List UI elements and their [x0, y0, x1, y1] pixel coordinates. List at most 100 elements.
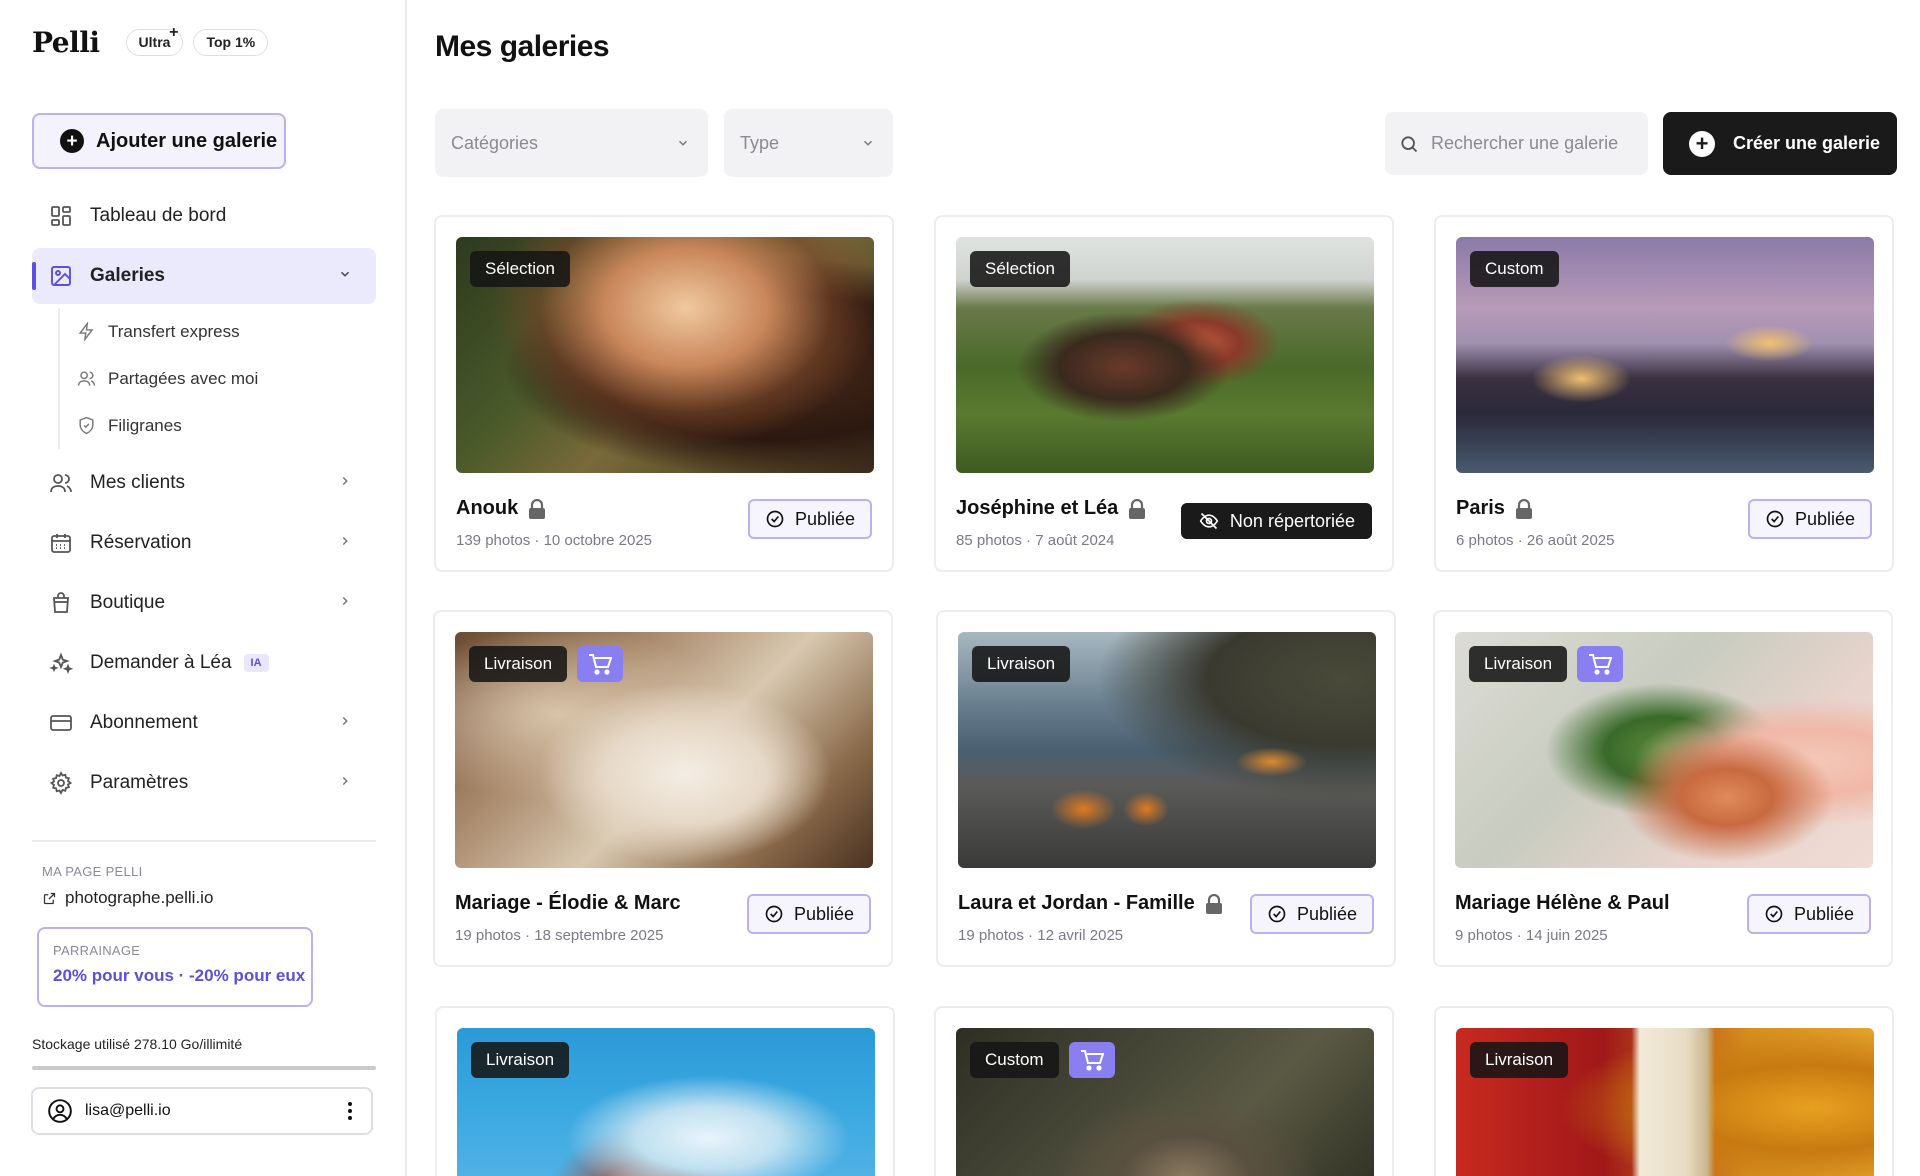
gallery-date: 14 juin 2025	[1525, 927, 1608, 944]
status-badge[interactable]: Publiée	[1746, 894, 1871, 934]
gallery-card[interactable]: Livraison	[435, 1006, 895, 1176]
gallery-date: 12 avril 2025	[1037, 927, 1124, 944]
status-label: Publiée	[1296, 903, 1357, 924]
sidebar-item-clients[interactable]: Mes clients	[32, 455, 376, 511]
gallery-type-tag: Custom	[1470, 251, 1559, 287]
gallery-thumbnail: Livraison	[958, 632, 1376, 868]
status-badge[interactable]: Publiée	[746, 894, 871, 934]
tag-row: Sélection	[970, 251, 1070, 287]
more-vertical-icon[interactable]	[347, 1101, 353, 1121]
gallery-thumbnail: Livraison	[1456, 1028, 1874, 1176]
gallery-type-tag: Sélection	[970, 251, 1070, 287]
status-label: Publiée	[794, 508, 855, 529]
ai-badge: IA	[243, 654, 269, 672]
status-badge[interactable]: Publiée	[1747, 499, 1872, 539]
sidebar-item-subscription[interactable]: Abonnement	[32, 695, 376, 751]
plus-circle-icon: +	[1689, 130, 1715, 157]
sidebar-nav: Tableau de bord Galeries Transfert expre…	[32, 188, 376, 811]
status-label: Publiée	[793, 903, 854, 924]
add-gallery-button[interactable]: + Ajouter une galerie	[32, 113, 286, 169]
sidebar: Pelli Ultra + Top 1% + Ajouter une galer…	[0, 0, 407, 1176]
sidebar-subitem-label: Partagées avec moi	[108, 368, 259, 388]
status-badge[interactable]: Publiée	[1249, 894, 1374, 934]
lock-icon	[528, 498, 546, 519]
my-page-link[interactable]: photographe.pelli.io	[42, 888, 213, 908]
gallery-meta: 19 photos · 12 avril 2025	[958, 927, 1124, 944]
galleries-submenu: Transfert express Partagées avec moi Fil…	[58, 308, 376, 449]
calendar-icon	[48, 530, 74, 556]
sidebar-item-label: Tableau de bord	[90, 205, 227, 226]
plus-icon: +	[169, 23, 179, 41]
plus-circle-icon: +	[60, 129, 84, 153]
gallery-type-tag: Custom	[970, 1042, 1059, 1078]
sidebar-subitem-label: Filigranes	[108, 415, 182, 435]
lock-icon	[1515, 498, 1533, 519]
sidebar-item-label: Abonnement	[90, 712, 198, 733]
pelli-logo[interactable]: Pelli	[32, 26, 100, 59]
tag-row: Livraison	[1469, 646, 1624, 682]
sidebar-subitem-watermarks[interactable]: Filigranes	[76, 402, 376, 449]
dashboard-icon	[48, 203, 74, 229]
categories-select[interactable]: Catégories	[435, 109, 708, 177]
account-menu[interactable]: lisa@pelli.io	[31, 1087, 373, 1135]
page-title: Mes galeries	[435, 30, 610, 63]
sidebar-item-dashboard[interactable]: Tableau de bord	[32, 188, 376, 244]
sidebar-subitem-label: Transfert express	[108, 321, 240, 341]
gallery-card[interactable]: Livraison	[1434, 1006, 1894, 1176]
type-select[interactable]: Type	[724, 109, 893, 177]
gallery-card[interactable]: Custom	[934, 1006, 1394, 1176]
gallery-icon	[48, 263, 74, 289]
sidebar-item-settings[interactable]: Paramètres	[32, 755, 376, 811]
gallery-type-tag: Livraison	[469, 646, 568, 682]
shield-icon	[76, 416, 96, 436]
shopping-cart-icon	[577, 646, 624, 682]
sidebar-subitem-shared[interactable]: Partagées avec moi	[76, 355, 376, 402]
gallery-date: 18 septembre 2025	[534, 927, 664, 944]
gallery-type-tag: Sélection	[470, 251, 570, 287]
gallery-card[interactable]: Sélection Joséphine et Léa 85 photos · 7…	[934, 215, 1394, 572]
sidebar-item-label: Boutique	[90, 592, 166, 613]
search-input[interactable]	[1431, 133, 1631, 154]
gallery-title: Anouk	[456, 497, 546, 520]
create-gallery-button[interactable]: + Créer une galerie	[1663, 112, 1897, 175]
gallery-card[interactable]: Custom Paris 6 photos · 26 août 2025 Pub…	[1434, 215, 1894, 572]
tag-row: Livraison	[471, 1042, 570, 1078]
chevron-right-icon	[338, 472, 352, 494]
gallery-card[interactable]: Livraison Laura et Jordan - Famille 19 p…	[936, 610, 1396, 967]
gallery-name: Laura et Jordan - Famille	[958, 892, 1195, 914]
gallery-date: 26 août 2025	[1526, 532, 1615, 549]
shopping-cart-icon	[1577, 646, 1624, 682]
tag-row: Livraison	[469, 646, 624, 682]
gallery-title: Paris	[1456, 497, 1533, 520]
sidebar-item-galleries[interactable]: Galeries	[32, 248, 376, 304]
sidebar-item-booking[interactable]: Réservation	[32, 515, 376, 571]
sidebar-item-ask-lea[interactable]: Demander à Léa IA	[32, 635, 376, 691]
gallery-meta: 139 photos · 10 octobre 2025	[456, 532, 652, 549]
categories-select-value: Catégories	[451, 132, 539, 153]
shared-users-icon	[76, 369, 96, 389]
chevron-down-icon	[338, 265, 352, 287]
gallery-card[interactable]: Livraison Mariage Hélène & Paul 9 photos…	[1433, 610, 1893, 967]
chevron-right-icon	[338, 772, 352, 794]
gallery-name: Mariage Hélène & Paul	[1455, 892, 1670, 914]
gallery-thumbnail: Custom	[1456, 237, 1874, 473]
gallery-card[interactable]: Sélection Anouk 139 photos · 10 octobre …	[434, 215, 894, 572]
gallery-search	[1385, 112, 1648, 175]
type-select-value: Type	[740, 132, 780, 153]
sidebar-item-label: Galeries	[90, 265, 165, 286]
status-badge[interactable]: Publiée	[747, 499, 872, 539]
status-label: Publiée	[1793, 903, 1854, 924]
referral-card[interactable]: PARRAINAGE 20% pour vous · -20% pour eux	[37, 927, 313, 1007]
sidebar-subitem-express-transfer[interactable]: Transfert express	[76, 308, 376, 355]
gallery-thumbnail: Livraison	[1455, 632, 1873, 868]
tag-row: Sélection	[470, 251, 570, 287]
chevron-right-icon	[338, 532, 352, 554]
sidebar-item-shop[interactable]: Boutique	[32, 575, 376, 631]
tag-row: Livraison	[972, 646, 1071, 682]
status-badge[interactable]: Non répertoriée	[1180, 503, 1372, 539]
lightning-icon	[76, 322, 96, 342]
gallery-title: Mariage - Élodie & Marc	[455, 892, 681, 915]
gear-icon	[48, 770, 74, 796]
gallery-card[interactable]: Livraison Mariage - Élodie & Marc 19 pho…	[433, 610, 893, 967]
photo-count: 19 photos	[958, 927, 1024, 944]
